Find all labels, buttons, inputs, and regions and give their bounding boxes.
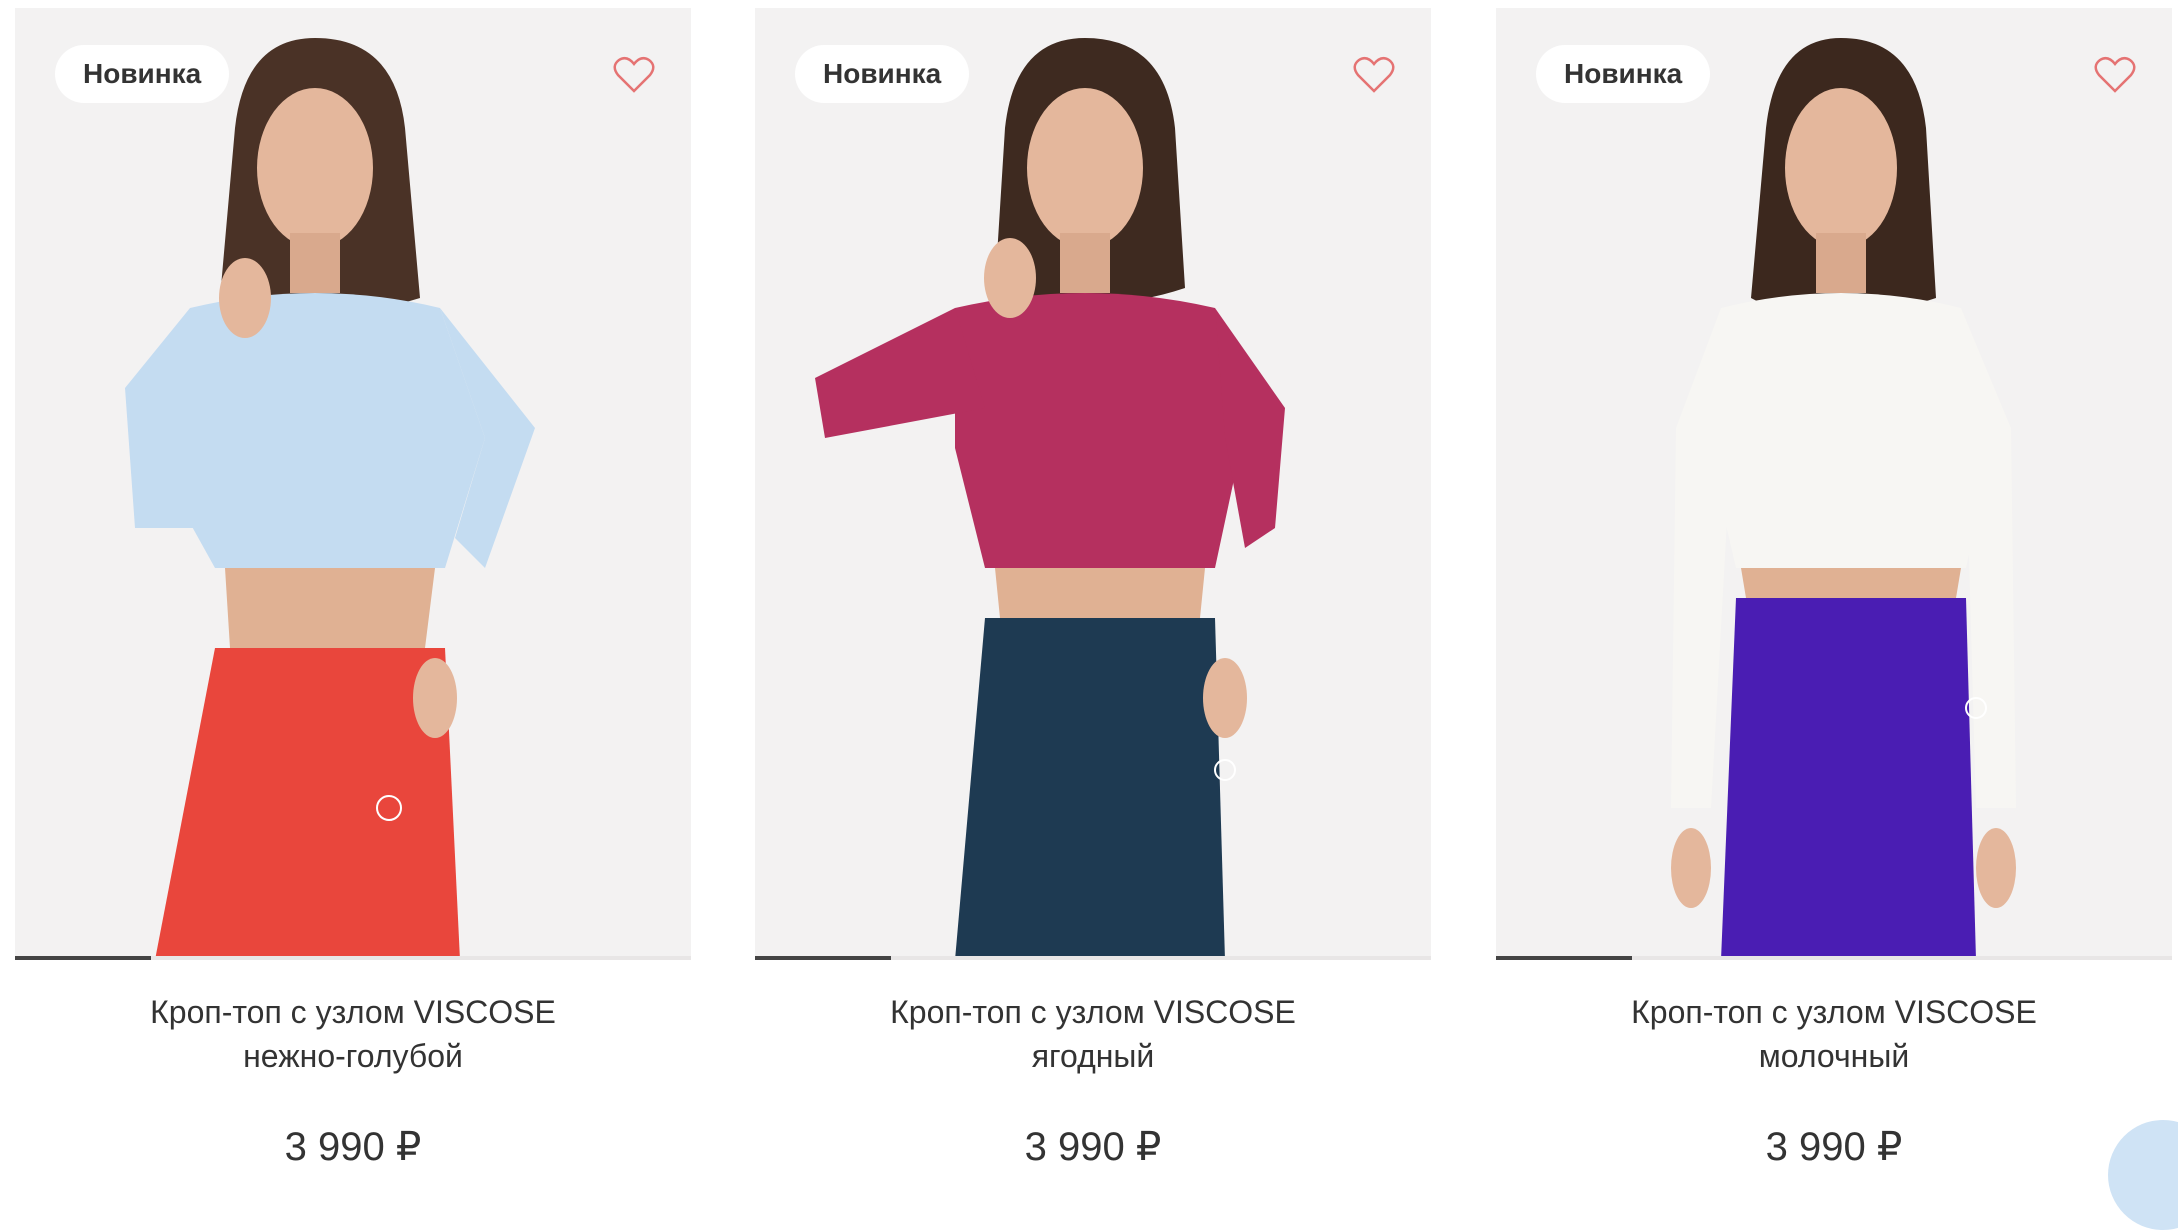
product-photo[interactable]: Новинка xyxy=(755,8,1431,960)
product-price: 3 990 ₽ xyxy=(1024,1125,1162,1169)
new-badge: Новинка xyxy=(55,45,230,103)
product-image xyxy=(815,38,1285,960)
product-title-line: Кроп-топ с узлом VISCOSE xyxy=(1631,994,2037,1030)
product-price: 3 990 ₽ xyxy=(1765,1125,1903,1169)
heart-icon[interactable] xyxy=(2094,56,2136,94)
gallery-progress-thumb[interactable] xyxy=(1496,956,1632,960)
product-image xyxy=(1671,38,2016,960)
heart-icon[interactable] xyxy=(613,56,655,94)
product-color-name: ягодный xyxy=(1031,1038,1155,1074)
product-title[interactable]: Кроп-топ с узлом VISCOSE нежно-голубой xyxy=(15,990,691,1078)
product-title[interactable]: Кроп-топ с узлом VISCOSE ягодный xyxy=(755,990,1431,1078)
product-color-name: нежно-голубой xyxy=(243,1038,463,1074)
heart-icon[interactable] xyxy=(1353,56,1395,94)
product-price: 3 990 ₽ xyxy=(284,1125,422,1169)
product-title-line: Кроп-топ с узлом VISCOSE xyxy=(890,994,1296,1030)
product-photo[interactable]: Новинка xyxy=(15,8,691,960)
product-card[interactable]: Новинка Кроп-топ с узлом VISCOSE ягодный… xyxy=(755,8,1431,1170)
product-title[interactable]: Кроп-топ с узлом VISCOSE молочный xyxy=(1496,990,2172,1078)
product-grid: Новинка Кроп-топ с узлом VISCOSE нежно-г… xyxy=(0,0,2178,1230)
product-photo[interactable]: Новинка xyxy=(1496,8,2172,960)
gallery-progress-track xyxy=(1496,956,2172,960)
gallery-progress-track xyxy=(755,956,1431,960)
product-card[interactable]: Новинка Кроп-топ с узлом VISCOSE нежно-г… xyxy=(15,8,691,1170)
gallery-progress-thumb[interactable] xyxy=(755,956,891,960)
product-title-line: Кроп-топ с узлом VISCOSE xyxy=(150,994,556,1030)
gallery-progress-track xyxy=(15,956,691,960)
gallery-progress-thumb[interactable] xyxy=(15,956,151,960)
product-card[interactable]: Новинка Кроп-топ с узлом VISCOSE молочны… xyxy=(1496,8,2172,1170)
new-badge: Новинка xyxy=(795,45,970,103)
product-color-name: молочный xyxy=(1758,1038,1910,1074)
product-image xyxy=(125,38,535,960)
new-badge: Новинка xyxy=(1536,45,1711,103)
